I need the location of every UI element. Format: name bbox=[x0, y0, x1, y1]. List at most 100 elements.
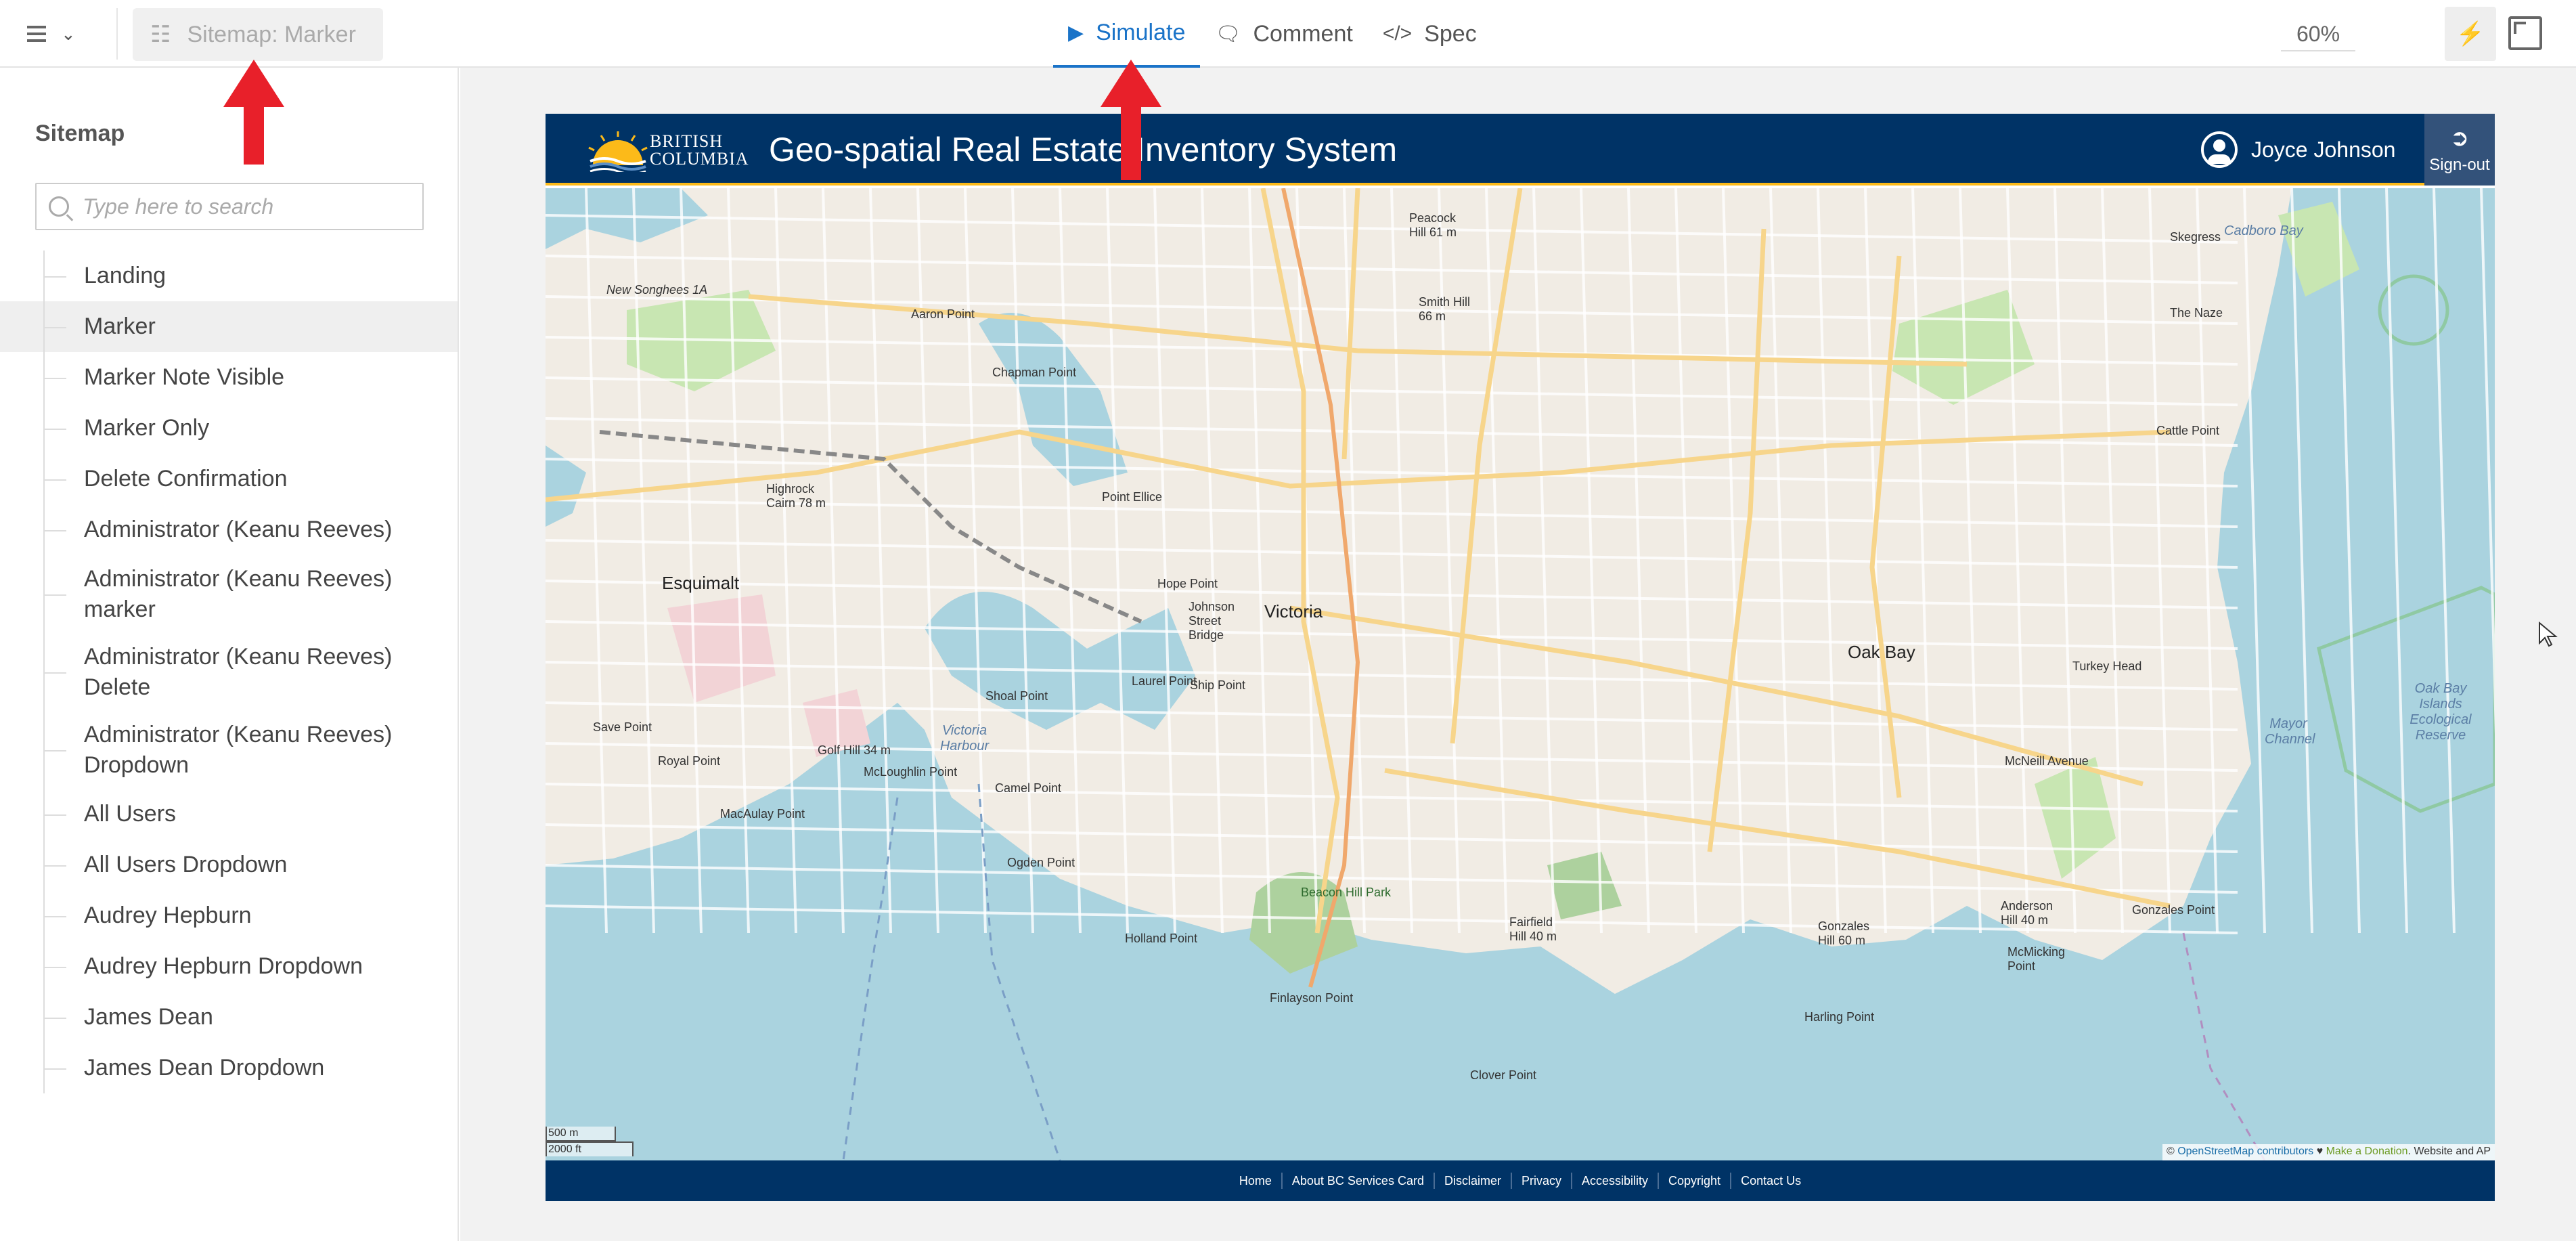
top-toolbar: ⌄ ☷ Sitemap: Marker ▶ Simulate 🗨 Comment… bbox=[0, 0, 2576, 68]
map-label-turkey-head: Turkey Head bbox=[2072, 659, 2142, 673]
map-label-oak-bay-reserve: Oak Bay Islands Ecological Reserve bbox=[2410, 681, 2472, 743]
sitemap-item-label: Marker Note Visible bbox=[84, 364, 285, 390]
bc-sun-logo-icon bbox=[588, 131, 648, 172]
menu-button[interactable]: ⌄ bbox=[27, 16, 95, 51]
map-label-mcmicking-point: McMicking Point bbox=[2007, 945, 2066, 973]
sitemap-item[interactable]: Administrator (Keanu Reeves) marker bbox=[0, 555, 458, 633]
map-label-the-naze: The Naze bbox=[2170, 306, 2223, 320]
map-view[interactable]: Victoria Esquimalt Oak Bay Cadboro Bay O… bbox=[546, 188, 2495, 1160]
fullscreen-button[interactable] bbox=[2508, 16, 2542, 50]
sitemap-item-label: Delete Confirmation bbox=[84, 466, 288, 492]
footer-link[interactable]: Home bbox=[1230, 1173, 1281, 1189]
sitemap-panel: Sitemap Landing Marker Marker Note Visible… bbox=[0, 68, 459, 1241]
map-label-skegress: Skegress bbox=[2170, 230, 2221, 244]
sitemap-item-label: Marker bbox=[84, 313, 156, 339]
toolbar-divider bbox=[116, 8, 118, 60]
sitemap-item[interactable]: Audrey Hepburn bbox=[0, 890, 458, 941]
footer-link[interactable]: Contact Us bbox=[1730, 1173, 1811, 1189]
tab-simulate[interactable]: ▶ Simulate bbox=[1053, 0, 1201, 68]
search-icon bbox=[49, 196, 69, 217]
map-label-save-point: Save Point bbox=[593, 720, 652, 734]
sign-out-button[interactable]: ➲ Sign-out bbox=[2424, 114, 2495, 186]
sitemap-item[interactable]: All Users Dropdown bbox=[0, 840, 458, 890]
sitemap-item[interactable]: Administrator (Keanu Reeves) bbox=[0, 504, 458, 555]
user-menu[interactable]: Joyce Johnson bbox=[2201, 131, 2395, 168]
donate-link[interactable]: Make a Donation bbox=[2326, 1146, 2408, 1157]
footer-link[interactable]: About BC Services Card bbox=[1281, 1173, 1434, 1189]
sitemap-item[interactable]: Administrator (Keanu Reeves) Delete bbox=[0, 633, 458, 711]
map-label-fairfield-hill: Fairfield Hill 40 m bbox=[1509, 915, 1557, 943]
map-label-holland-point: Holland Point bbox=[1125, 932, 1198, 945]
sitemap-item[interactable]: Marker Only bbox=[0, 403, 458, 454]
lightning-icon: ⚡ bbox=[2456, 21, 2485, 47]
zoom-level[interactable]: 60% bbox=[2281, 16, 2355, 51]
sitemap-item-label: Administrator (Keanu Reeves) Delete bbox=[84, 643, 393, 700]
map-scale-metric: 500 m bbox=[546, 1127, 616, 1141]
tab-spec[interactable]: </> Spec bbox=[1368, 0, 1492, 68]
map-label-cadboro-bay: Cadboro Bay bbox=[2224, 223, 2303, 238]
sitemap-item[interactable]: James Dean bbox=[0, 992, 458, 1043]
chevron-down-icon: ⌄ bbox=[61, 23, 76, 44]
app-title: Geo-spatial Real Estate Inventory System bbox=[769, 131, 1398, 169]
map-scale-bar: 500 m 2000 ft bbox=[546, 1127, 634, 1156]
map-label-anderson-hill: Anderson Hill 40 m bbox=[2001, 899, 2053, 927]
bc-logo-text: BRITISH COLUMBIA bbox=[650, 131, 749, 169]
sign-out-icon: ➲ bbox=[2449, 125, 2470, 151]
map-label-royal-point: Royal Point bbox=[658, 754, 721, 768]
footer-link[interactable]: Privacy bbox=[1510, 1173, 1571, 1189]
sitemap-item[interactable]: Delete Confirmation bbox=[0, 454, 458, 504]
sitemap-item[interactable]: Landing bbox=[0, 251, 458, 301]
sitemap-item[interactable]: Audrey Hepburn Dropdown bbox=[0, 941, 458, 992]
sitemap-search-input[interactable] bbox=[83, 194, 407, 219]
sitemap-page-chip[interactable]: ☷ Sitemap: Marker bbox=[133, 8, 383, 61]
map-label-camel-point: Camel Point bbox=[995, 781, 1062, 795]
sitemap-item[interactable]: James Dean Dropdown bbox=[0, 1043, 458, 1093]
sitemap-item-label: James Dean bbox=[84, 1004, 213, 1030]
map-label-shoal-point: Shoal Point bbox=[985, 689, 1048, 703]
sign-out-label: Sign-out bbox=[2429, 156, 2490, 174]
sitemap-item-label: Audrey Hepburn Dropdown bbox=[84, 953, 363, 979]
tab-spec-label: Spec bbox=[1424, 20, 1477, 47]
bc-logo[interactable]: BRITISH COLUMBIA bbox=[587, 127, 749, 172]
flash-button[interactable]: ⚡ bbox=[2445, 7, 2496, 61]
sitemap-item-label: Administrator (Keanu Reeves) marker bbox=[84, 565, 393, 622]
user-name: Joyce Johnson bbox=[2251, 137, 2396, 162]
sitemap-item-label: All Users bbox=[84, 801, 177, 827]
comment-icon: 🗨 bbox=[1215, 22, 1241, 45]
map-attribution: © OpenStreetMap contributors ♥ Make a Do… bbox=[2162, 1144, 2495, 1160]
sitemap-item[interactable]: Marker bbox=[0, 301, 458, 352]
osm-link[interactable]: OpenStreetMap contributors bbox=[2177, 1146, 2313, 1157]
sitemap-chip-label: Sitemap: Marker bbox=[187, 21, 356, 47]
sitemap-list: Landing Marker Marker Note Visible Marker O… bbox=[0, 251, 458, 1093]
sitemap-item[interactable]: Marker Note Visible bbox=[0, 352, 458, 403]
map-label-clover-point: Clover Point bbox=[1470, 1068, 1537, 1082]
map-label-laurel-point: Laurel Point bbox=[1132, 674, 1197, 688]
map-label-oak-bay: Oak Bay bbox=[1848, 642, 1915, 662]
map-label-new-songhees: New Songhees 1A bbox=[606, 283, 708, 297]
map-label-gonzales-hill: Gonzales Hill 60 m bbox=[1818, 919, 1870, 947]
sitemap-item[interactable]: Administrator (Keanu Reeves) Dropdown bbox=[0, 711, 458, 789]
sitemap-item-label: Audrey Hepburn bbox=[84, 902, 252, 928]
annotation-arrow-simulate bbox=[1101, 60, 1161, 180]
map-label-esquimalt: Esquimalt bbox=[662, 573, 740, 593]
footer-link[interactable]: Copyright bbox=[1658, 1173, 1730, 1189]
map-label-ship-point: Ship Point bbox=[1190, 678, 1246, 692]
sitemap-item-label: James Dean Dropdown bbox=[84, 1055, 325, 1081]
map-label-golf-hill: Golf Hill 34 m bbox=[818, 743, 891, 757]
footer-link[interactable]: Disclaimer bbox=[1433, 1173, 1511, 1189]
footer-link[interactable]: Accessibility bbox=[1571, 1173, 1658, 1189]
sitemap-title: Sitemap bbox=[35, 121, 125, 146]
tab-simulate-label: Simulate bbox=[1096, 19, 1186, 45]
map-label-finlayson-point: Finlayson Point bbox=[1270, 991, 1354, 1005]
map-label-beacon-hill: Beacon Hill Park bbox=[1301, 886, 1392, 899]
tab-comment[interactable]: 🗨 Comment bbox=[1200, 0, 1367, 68]
map-label-chapman-point: Chapman Point bbox=[992, 366, 1077, 379]
map-label-harling-point: Harling Point bbox=[1804, 1010, 1875, 1024]
map-label-aaron-point: Aaron Point bbox=[911, 307, 975, 321]
sitemap-item[interactable]: All Users bbox=[0, 789, 458, 840]
app-header: BRITISH COLUMBIA Geo-spatial Real Estate … bbox=[546, 114, 2495, 186]
sitemap-search bbox=[35, 183, 424, 230]
map-label-peacock-hill: Peacock Hill 61 m bbox=[1409, 211, 1457, 239]
map-label-cattle-point: Cattle Point bbox=[2156, 424, 2220, 437]
map-label-victoria-harbour: Victoria Harbour bbox=[939, 723, 990, 754]
